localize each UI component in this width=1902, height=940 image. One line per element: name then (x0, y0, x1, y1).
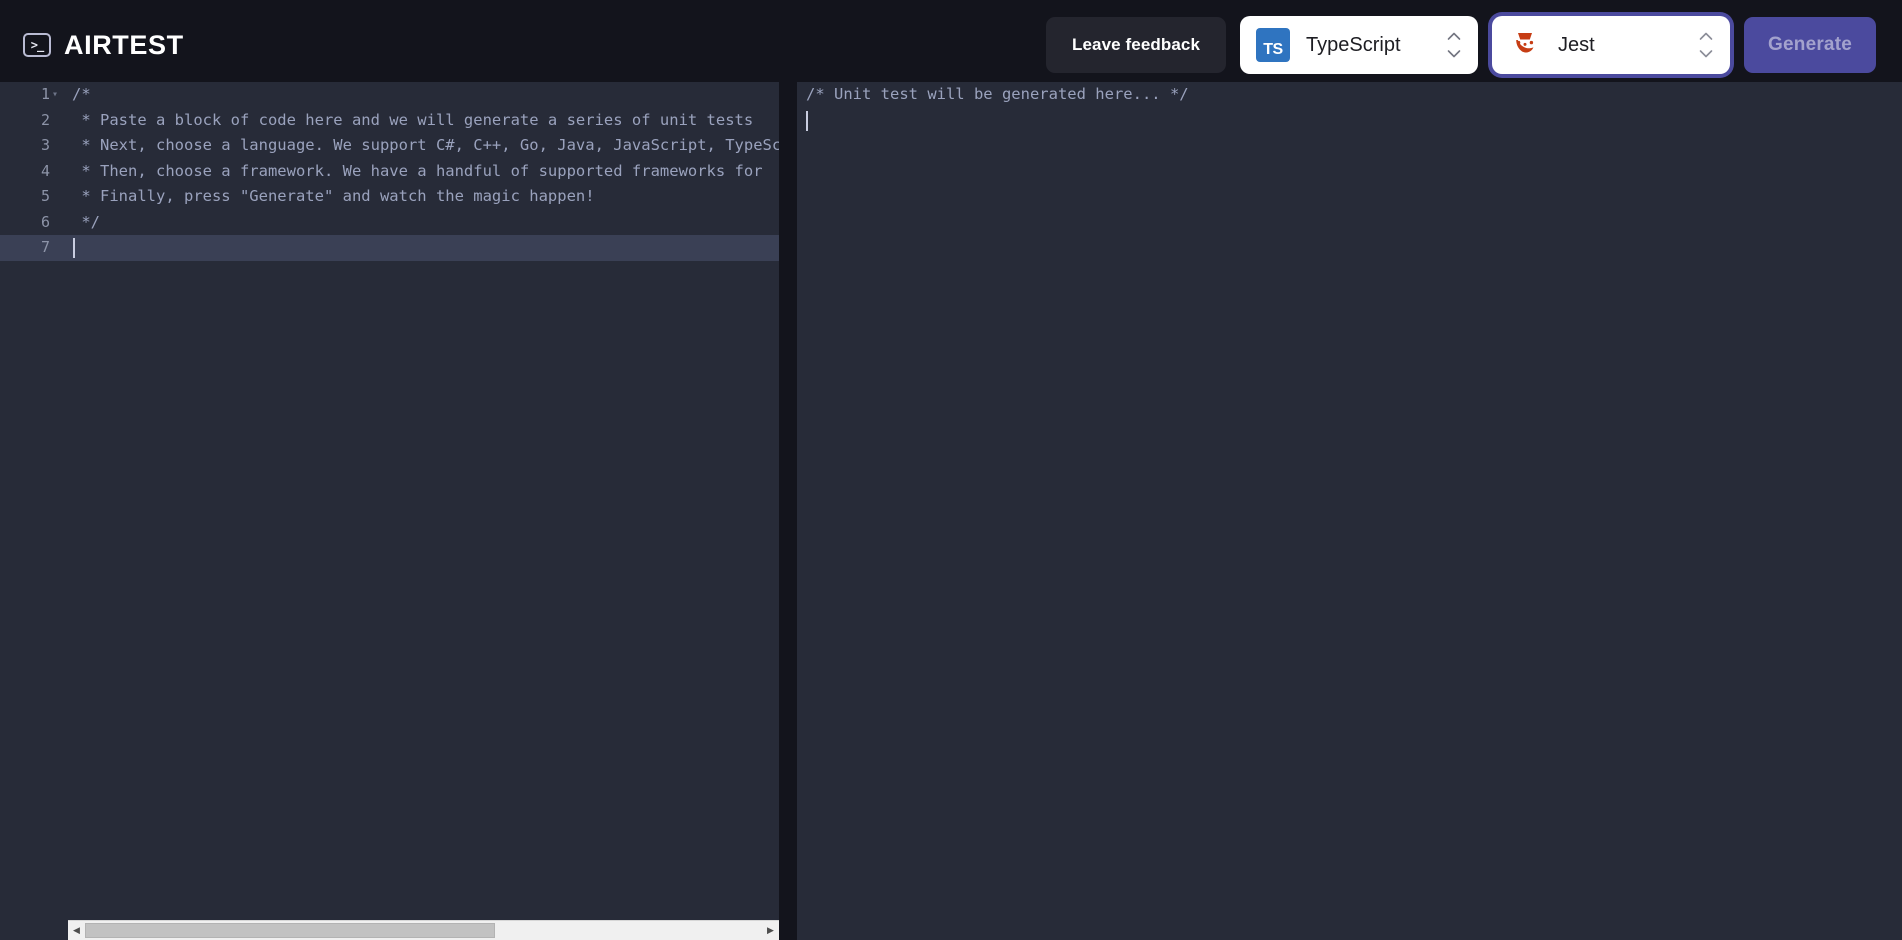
source-code-lines[interactable]: 1▾/*2 * Paste a block of code here and w… (0, 82, 779, 940)
typescript-logo-text: TS (1263, 41, 1282, 59)
jest-logo-icon (1508, 28, 1542, 62)
line-number: 6 (0, 210, 50, 236)
brand: >_ AIRTEST (20, 0, 184, 90)
line-number: 4 (0, 159, 50, 185)
code-line[interactable]: 6 */ (0, 210, 779, 236)
generated-test-output[interactable]: /* Unit test will be generated here... *… (797, 82, 1902, 940)
pane-divider (779, 82, 797, 940)
scroll-right-arrow-icon[interactable]: ▶ (762, 921, 779, 940)
brand-name: AIRTEST (64, 30, 184, 61)
chevron-up-down-icon[interactable] (1446, 32, 1462, 58)
code-line[interactable]: 3 * Next, choose a language. We support … (0, 133, 779, 159)
scrollbar-track[interactable] (85, 921, 762, 940)
line-number: 2 (0, 108, 50, 134)
code-line-text: * Paste a block of code here and we will… (72, 108, 779, 134)
output-code-lines[interactable]: /* Unit test will be generated here... *… (797, 82, 1902, 940)
output-cursor-line (797, 108, 1902, 134)
language-select-value: TypeScript (1290, 34, 1446, 57)
terminal-icon: >_ (23, 33, 51, 57)
framework-select[interactable]: Jest (1492, 16, 1730, 74)
code-line-text: /* (72, 82, 779, 108)
scrollbar-thumb[interactable] (85, 923, 495, 938)
editor-panes: 1▾/*2 * Paste a block of code here and w… (0, 82, 1902, 940)
chevron-up-down-icon[interactable] (1698, 32, 1714, 58)
line-number: 5 (0, 184, 50, 210)
line-number: 7 (0, 235, 50, 261)
code-line-text: * Next, choose a language. We support C#… (72, 133, 779, 159)
code-fold-chevron-icon[interactable]: ▾ (52, 82, 64, 108)
app-root: >_ AIRTEST Leave feedback TS TypeScript (0, 0, 1902, 940)
language-select[interactable]: TS TypeScript (1240, 16, 1478, 74)
text-cursor (806, 111, 808, 131)
typescript-logo-icon: TS (1256, 28, 1290, 62)
code-line-text: * Then, choose a framework. We have a ha… (72, 159, 779, 185)
code-line[interactable]: 2 * Paste a block of code here and we wi… (0, 108, 779, 134)
code-line[interactable]: 5 * Finally, press "Generate" and watch … (0, 184, 779, 210)
code-line[interactable]: 1▾ /* (0, 82, 779, 108)
line-number: 1 (0, 82, 50, 108)
code-line-text: */ (72, 210, 779, 236)
output-placeholder-line: /* Unit test will be generated here... *… (797, 82, 1902, 108)
code-line-text: * Finally, press "Generate" and watch th… (72, 184, 779, 210)
text-cursor (73, 238, 75, 258)
framework-select-value: Jest (1542, 34, 1698, 57)
app-header: >_ AIRTEST Leave feedback TS TypeScript (0, 0, 1902, 90)
terminal-icon-glyph: >_ (31, 39, 43, 51)
source-code-editor[interactable]: 1▾/*2 * Paste a block of code here and w… (0, 82, 779, 940)
header-actions: Leave feedback TS TypeScript (1046, 16, 1880, 74)
horizontal-scrollbar[interactable]: ◀ ▶ (68, 920, 779, 940)
line-number: 3 (0, 133, 50, 159)
code-line[interactable]: 7 (0, 235, 779, 261)
generate-button[interactable]: Generate (1744, 17, 1876, 73)
leave-feedback-button[interactable]: Leave feedback (1046, 17, 1226, 73)
code-line[interactable]: 4 * Then, choose a framework. We have a … (0, 159, 779, 185)
scroll-left-arrow-icon[interactable]: ◀ (68, 921, 85, 940)
